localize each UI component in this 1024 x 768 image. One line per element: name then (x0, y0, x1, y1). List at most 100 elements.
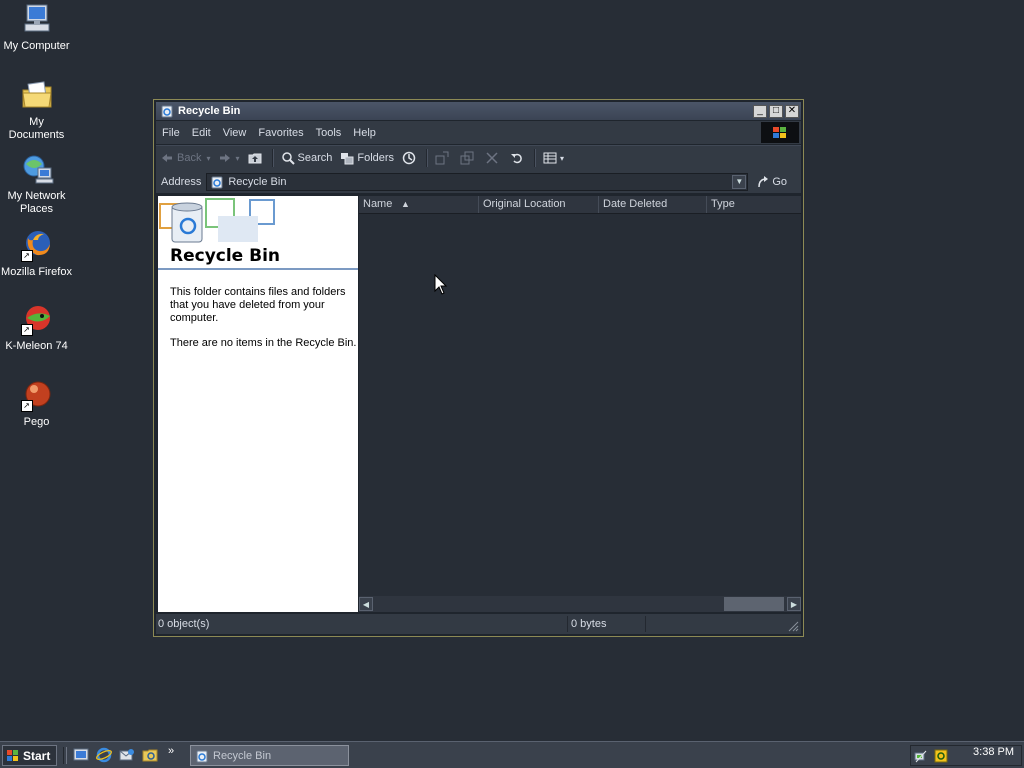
documents-folder-icon (20, 78, 54, 112)
shortcut-arrow-icon: ↗ (20, 250, 33, 262)
menu-file[interactable]: File (156, 127, 186, 139)
pane-description: This folder contains files and folders t… (170, 286, 346, 324)
resize-grip-icon[interactable] (787, 620, 799, 632)
desktop-icon-my-network-places[interactable]: My Network Places (0, 152, 73, 216)
horizontal-scrollbar[interactable]: ◀ ▶ (359, 596, 801, 612)
taskbar-divider (63, 747, 67, 764)
delete-icon (486, 152, 498, 164)
desktop-icon-k-meleon[interactable]: ↗ K-Meleon 74 (0, 302, 73, 353)
clock[interactable]: 3:38 PM (973, 746, 1014, 758)
sort-ascending-icon: ▲ (401, 199, 410, 209)
desktop-icon-label: My Documents (8, 116, 65, 141)
history-button[interactable] (398, 147, 423, 169)
scroll-thumb[interactable] (724, 597, 784, 611)
undo-button[interactable] (506, 147, 531, 169)
outlook-express-icon[interactable] (119, 747, 135, 763)
desktop-icon-label: My Network Places (7, 190, 66, 215)
forward-dropdown-icon[interactable]: ▾ (235, 154, 239, 163)
maximize-button[interactable]: □ (769, 104, 783, 118)
windows-flag-icon (761, 122, 799, 143)
copy-to-button[interactable] (456, 147, 481, 169)
window-titlebar[interactable]: Recycle Bin _ □ ✕ (156, 102, 801, 120)
status-bar: 0 object(s) 0 bytes (156, 614, 801, 634)
search-label: Search (297, 152, 333, 164)
network-tray-icon[interactable] (914, 748, 930, 764)
recycle-bin-icon (211, 176, 223, 188)
desktop-icon-label: Pego (23, 416, 50, 428)
explorer-folder-icon[interactable] (142, 747, 158, 763)
menu-help[interactable]: Help (347, 127, 382, 139)
start-button[interactable]: Start (2, 745, 57, 766)
column-header-original-location[interactable]: Original Location (479, 196, 599, 213)
show-desktop-icon[interactable] (73, 747, 89, 763)
column-header-date-deleted[interactable]: Date Deleted (599, 196, 707, 213)
start-label: Start (23, 748, 51, 763)
computer-icon (20, 2, 54, 36)
window-title: Recycle Bin (178, 105, 241, 117)
move-to-button[interactable] (431, 147, 456, 169)
minimize-button[interactable]: _ (753, 104, 767, 118)
quick-launch-more-button[interactable]: » (168, 745, 174, 757)
menu-favorites[interactable]: Favorites (252, 127, 309, 139)
back-label: Back (177, 152, 202, 164)
views-dropdown-icon: ▾ (560, 153, 565, 163)
recycle-bin-window: Recycle Bin _ □ ✕ File Edit View Favorit… (153, 99, 804, 637)
folders-icon (341, 153, 354, 165)
recycle-bin-banner-icon (159, 198, 275, 243)
security-tray-icon[interactable] (933, 748, 949, 764)
address-label: Address (161, 175, 202, 188)
menu-bar: File Edit View Favorites Tools Help (156, 121, 801, 144)
folders-button[interactable]: Folders (336, 147, 398, 169)
desktop-icon-label: K-Meleon 74 (5, 340, 68, 352)
taskbar: Start » Recycle Bin 3:38 PM (0, 741, 1024, 768)
search-icon (281, 152, 295, 165)
internet-explorer-icon[interactable] (96, 747, 112, 763)
status-size: 0 bytes (568, 616, 646, 632)
move-to-icon (435, 151, 449, 165)
standard-toolbar: Back ▾ ▾ Search Folders ▾ (156, 145, 801, 171)
search-button[interactable]: Search (277, 147, 337, 169)
scroll-right-button[interactable]: ▶ (787, 597, 801, 611)
back-dropdown-icon[interactable]: ▾ (206, 154, 210, 163)
forward-button[interactable]: ▾ (214, 147, 243, 169)
address-input[interactable]: Recycle Bin ▼ (206, 172, 749, 191)
menu-edit[interactable]: Edit (186, 127, 217, 139)
up-folder-icon (248, 153, 261, 164)
firefox-icon: ↗ (20, 228, 54, 262)
toolbar-separator (534, 149, 537, 167)
copy-to-icon (460, 151, 474, 165)
desktop-icon-label: Mozilla Firefox (1, 266, 72, 278)
delete-button[interactable] (481, 147, 506, 169)
pane-title: Recycle Bin (170, 246, 281, 266)
close-button[interactable]: ✕ (785, 104, 799, 118)
taskbar-button-recycle-bin[interactable]: Recycle Bin (190, 745, 349, 766)
views-button[interactable]: ▾ (539, 147, 568, 169)
recycle-bin-icon (161, 105, 173, 118)
mouse-cursor-icon (434, 274, 448, 295)
shortcut-arrow-icon: ↗ (20, 324, 33, 336)
menu-view[interactable]: View (217, 127, 253, 139)
up-folder-button[interactable] (244, 147, 269, 169)
desktop-icon-my-computer[interactable]: My Computer (0, 2, 73, 53)
address-dropdown-button[interactable]: ▼ (732, 174, 747, 189)
column-header-type[interactable]: Type (707, 196, 801, 213)
back-button[interactable]: Back ▾ (156, 147, 214, 169)
column-header-name[interactable]: Name ▲ (359, 196, 479, 213)
scroll-left-button[interactable]: ◀ (359, 597, 373, 611)
windows-logo-icon (7, 749, 18, 761)
recycle-bin-icon (196, 750, 208, 762)
back-arrow-icon (162, 154, 172, 162)
go-button[interactable]: Go (756, 175, 787, 189)
toolbar-separator (271, 149, 274, 167)
desktop-icon-my-documents[interactable]: My Documents (0, 78, 73, 142)
desktop-icon-pego[interactable]: ↗ Pego (0, 378, 73, 429)
forward-arrow-icon (220, 154, 231, 162)
pego-icon: ↗ (20, 378, 54, 412)
desktop-icon-label: My Computer (3, 40, 70, 52)
go-label: Go (772, 175, 788, 188)
desktop-icon-mozilla-firefox[interactable]: ↗ Mozilla Firefox (0, 228, 73, 279)
column-header-name-label: Name (363, 198, 393, 210)
file-list[interactable]: Name ▲ Original Location Date Deleted Ty… (359, 196, 801, 612)
menu-tools[interactable]: Tools (310, 127, 348, 139)
task-pane: Recycle Bin This folder contains files a… (158, 196, 358, 612)
